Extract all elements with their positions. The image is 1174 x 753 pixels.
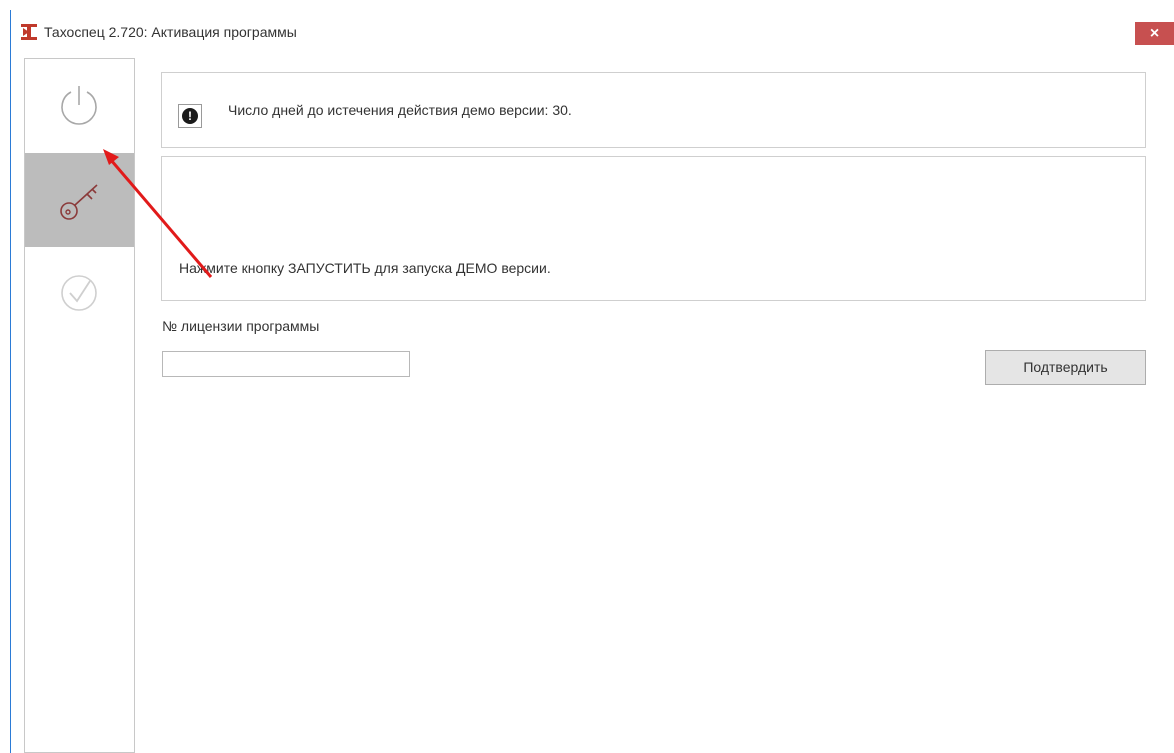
sidebar <box>24 58 135 753</box>
check-circle-icon <box>61 275 97 311</box>
exclamation-icon: ! <box>178 104 202 128</box>
window-title: Тахоспец 2.720: Активация программы <box>44 24 297 40</box>
activation-window: Тахоспец 2.720: Активация программы × ! … <box>10 10 1174 753</box>
demo-notice-panel: ! Число дней до истечения действия демо … <box>161 72 1146 148</box>
license-number-input[interactable] <box>162 351 410 377</box>
close-button[interactable]: × <box>1135 22 1174 45</box>
app-logo-icon <box>20 23 38 41</box>
key-icon <box>60 184 98 220</box>
confirm-button[interactable]: Подтвердить <box>985 350 1146 385</box>
info-panel: Нажмите кнопку ЗАПУСТИТЬ для запуска ДЕМ… <box>161 156 1146 301</box>
sidebar-item-key[interactable] <box>25 153 134 247</box>
demo-days-notice: Число дней до истечения действия демо ве… <box>228 102 572 118</box>
launch-instruction: Нажмите кнопку ЗАПУСТИТЬ для запуска ДЕМ… <box>179 260 551 276</box>
license-label: № лицензии программы <box>162 318 320 334</box>
sidebar-item-power[interactable] <box>25 59 134 153</box>
title-bar[interactable]: Тахоспец 2.720: Активация программы × <box>11 10 1174 52</box>
exclamation-glyph: ! <box>182 108 198 124</box>
sidebar-item-check[interactable] <box>25 247 134 341</box>
power-icon <box>61 86 97 125</box>
